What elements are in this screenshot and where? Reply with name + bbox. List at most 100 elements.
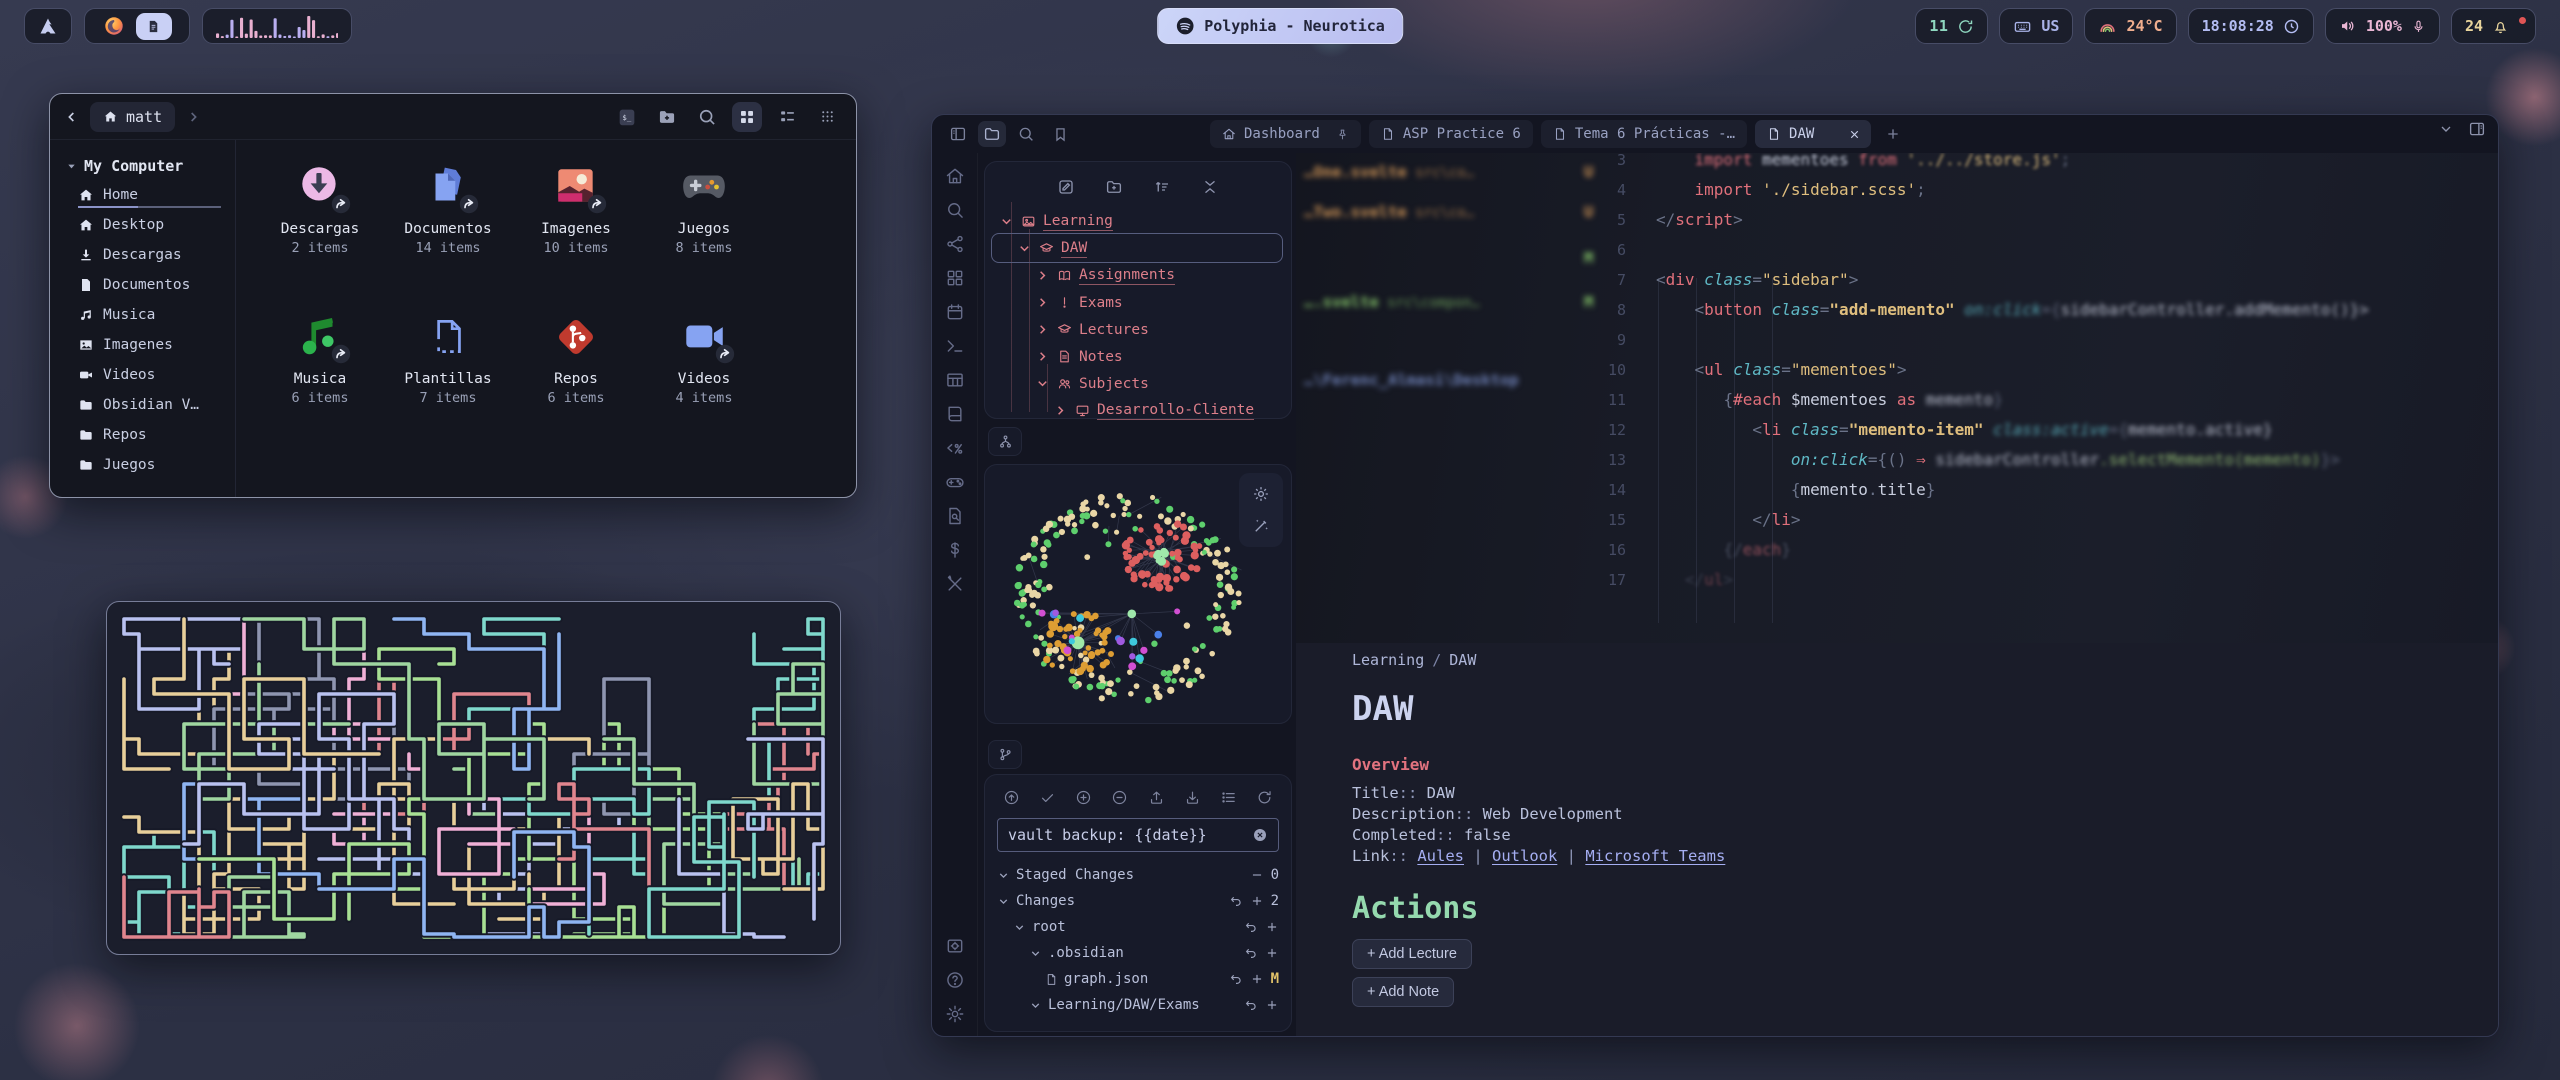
ribbon-book-icon[interactable]: [945, 404, 965, 424]
ribbon-help-icon[interactable]: [945, 970, 965, 990]
chevron-down-icon[interactable]: [999, 214, 1014, 229]
note-link-aules[interactable]: Aules: [1417, 847, 1464, 865]
chevron-right-icon[interactable]: [1035, 295, 1050, 310]
git-action-undo-icon[interactable]: [1244, 946, 1258, 960]
volume-widget[interactable]: 100%: [2325, 8, 2440, 44]
folder-repos[interactable]: Repos 6 items: [512, 304, 640, 454]
tree-item-lectures[interactable]: Lectures: [985, 316, 1291, 343]
chevron-right-icon[interactable]: [1035, 349, 1050, 364]
git-action-plus-icon[interactable]: [1265, 920, 1279, 934]
chevron-down-icon[interactable]: [1035, 376, 1050, 391]
git-list-icon[interactable]: [1220, 789, 1237, 806]
collapsed-panel-chip-git[interactable]: [988, 740, 1022, 769]
git-download-icon[interactable]: [1184, 789, 1201, 806]
ribbon-terminal-icon[interactable]: [945, 336, 965, 356]
close-tab-icon[interactable]: [1848, 128, 1861, 141]
toggle-right-sidebar-icon[interactable]: [2468, 120, 2486, 138]
ribbon-code-icon[interactable]: [945, 438, 965, 458]
obsidian-dock-icon[interactable]: [136, 13, 172, 40]
updates-widget[interactable]: 11: [1915, 8, 1988, 44]
tree-item-learning[interactable]: Learning: [985, 208, 1291, 235]
note-breadcrumb[interactable]: Learning/DAW: [1352, 651, 1476, 669]
note-link-microsoft-teams[interactable]: Microsoft Teams: [1585, 847, 1725, 865]
ribbon-dollar-icon[interactable]: [945, 540, 965, 560]
weather-widget[interactable]: 24°C: [2084, 8, 2176, 44]
ribbon-table-icon[interactable]: [945, 370, 965, 390]
git-row-root[interactable]: root: [985, 914, 1291, 940]
clock-widget[interactable]: 18:08:28: [2188, 8, 2314, 44]
ribbon-search-icon[interactable]: [945, 200, 965, 220]
menu-button[interactable]: [812, 102, 842, 132]
files-tab-icon[interactable]: [978, 121, 1006, 147]
folder-juegos[interactable]: Juegos 8 items: [640, 154, 768, 304]
forward-icon[interactable]: [185, 109, 201, 125]
git-upload-icon[interactable]: [1148, 789, 1165, 806]
fm-sidebar-item-videos[interactable]: Videos: [50, 360, 235, 390]
commit-message-input[interactable]: vault backup: {{date}}: [997, 818, 1279, 852]
git-circle-minus-icon[interactable]: [1111, 789, 1128, 806]
launcher-button[interactable]: [24, 8, 72, 44]
tree-item-notes[interactable]: Notes: [985, 343, 1291, 370]
chevron-down-icon[interactable]: [997, 869, 1010, 882]
git-action-undo-icon[interactable]: [1229, 972, 1243, 986]
chevron-down-icon[interactable]: [1017, 241, 1032, 256]
fm-sidebar-item-repos[interactable]: Repos: [50, 420, 235, 450]
git-action-undo-icon[interactable]: [1229, 894, 1243, 908]
chevron-down-icon[interactable]: [1013, 921, 1026, 934]
graph-filter-wand-icon[interactable]: [1252, 517, 1270, 535]
ribbon-gear-icon[interactable]: [945, 1004, 965, 1024]
firefox-dock-icon[interactable]: [103, 15, 125, 37]
note-button-add-lecture[interactable]: + Add Lecture: [1352, 939, 1472, 969]
git-row-graph-json[interactable]: graph.jsonM: [985, 966, 1291, 992]
fm-sidebar-item-desktop[interactable]: Desktop: [50, 210, 235, 240]
chevron-down-icon[interactable]: [997, 895, 1010, 908]
sidebar-section-header[interactable]: My Computer: [50, 152, 235, 180]
note-link-outlook[interactable]: Outlook: [1492, 847, 1557, 865]
collapse-all-icon[interactable]: [1201, 178, 1219, 196]
git-row-changes[interactable]: Changes2: [985, 888, 1291, 914]
search-tab-icon[interactable]: [1012, 121, 1040, 147]
ribbon-home-icon[interactable]: [945, 166, 965, 186]
tree-item-daw[interactable]: DAW: [985, 235, 1291, 262]
fm-sidebar-item-obsidian-v[interactable]: Obsidian V…: [50, 390, 235, 420]
git-row-obsidian[interactable]: .obsidian: [985, 940, 1291, 966]
git-action-plus-icon[interactable]: [1250, 972, 1264, 986]
breadcrumb[interactable]: matt: [90, 102, 175, 132]
fm-sidebar-item-musica[interactable]: Musica: [50, 300, 235, 330]
grid-view-button[interactable]: [732, 102, 762, 132]
git-circle-plus-icon[interactable]: [1075, 789, 1092, 806]
graph-settings-icon[interactable]: [1252, 485, 1270, 503]
keyboard-layout-widget[interactable]: US: [1999, 8, 2073, 44]
git-row-staged-changes[interactable]: Staged Changes0: [985, 862, 1291, 888]
back-icon[interactable]: [64, 109, 80, 125]
git-action-undo-icon[interactable]: [1244, 998, 1258, 1012]
ribbon-calendar-icon[interactable]: [945, 302, 965, 322]
clear-message-icon[interactable]: [1252, 827, 1268, 843]
chevron-down-icon[interactable]: [1029, 947, 1042, 960]
new-tab-button[interactable]: [1879, 121, 1907, 147]
ribbon-gamepad-icon[interactable]: [945, 472, 965, 492]
fm-sidebar-item-home[interactable]: Home: [50, 180, 235, 210]
ribbon-share-icon[interactable]: [945, 234, 965, 254]
fm-sidebar-item-descargas[interactable]: Descargas: [50, 240, 235, 270]
git-action-plus-icon[interactable]: [1265, 946, 1279, 960]
ribbon-blocks-icon[interactable]: [945, 268, 965, 288]
tab-tema-6-pr-cticas[interactable]: Tema 6 Prácticas -…: [1541, 120, 1747, 148]
folder-videos[interactable]: Videos 4 items: [640, 304, 768, 454]
chevron-right-icon[interactable]: [1053, 403, 1068, 418]
collapsed-panel-chip-graph[interactable]: [988, 427, 1022, 456]
tab-dashboard[interactable]: Dashboard: [1210, 120, 1361, 148]
fm-sidebar-item-juegos[interactable]: Juegos: [50, 450, 235, 480]
git-action-plus-icon[interactable]: [1265, 998, 1279, 1012]
git-circle-up-icon[interactable]: [1003, 789, 1020, 806]
fm-sidebar-item-documentos[interactable]: Documentos: [50, 270, 235, 300]
folder-descargas[interactable]: Descargas 2 items: [256, 154, 384, 304]
tree-item-assignments[interactable]: Assignments: [985, 262, 1291, 289]
chevron-right-icon[interactable]: [1035, 268, 1050, 283]
ribbon-tools-icon[interactable]: [945, 574, 965, 594]
ribbon-file-search-icon[interactable]: [945, 506, 965, 526]
new-folder-button[interactable]: [652, 102, 682, 132]
git-action-undo-icon[interactable]: [1244, 920, 1258, 934]
now-playing-widget[interactable]: Polyphia - Neurotica: [1157, 8, 1403, 44]
new-note-icon[interactable]: [1057, 178, 1075, 196]
